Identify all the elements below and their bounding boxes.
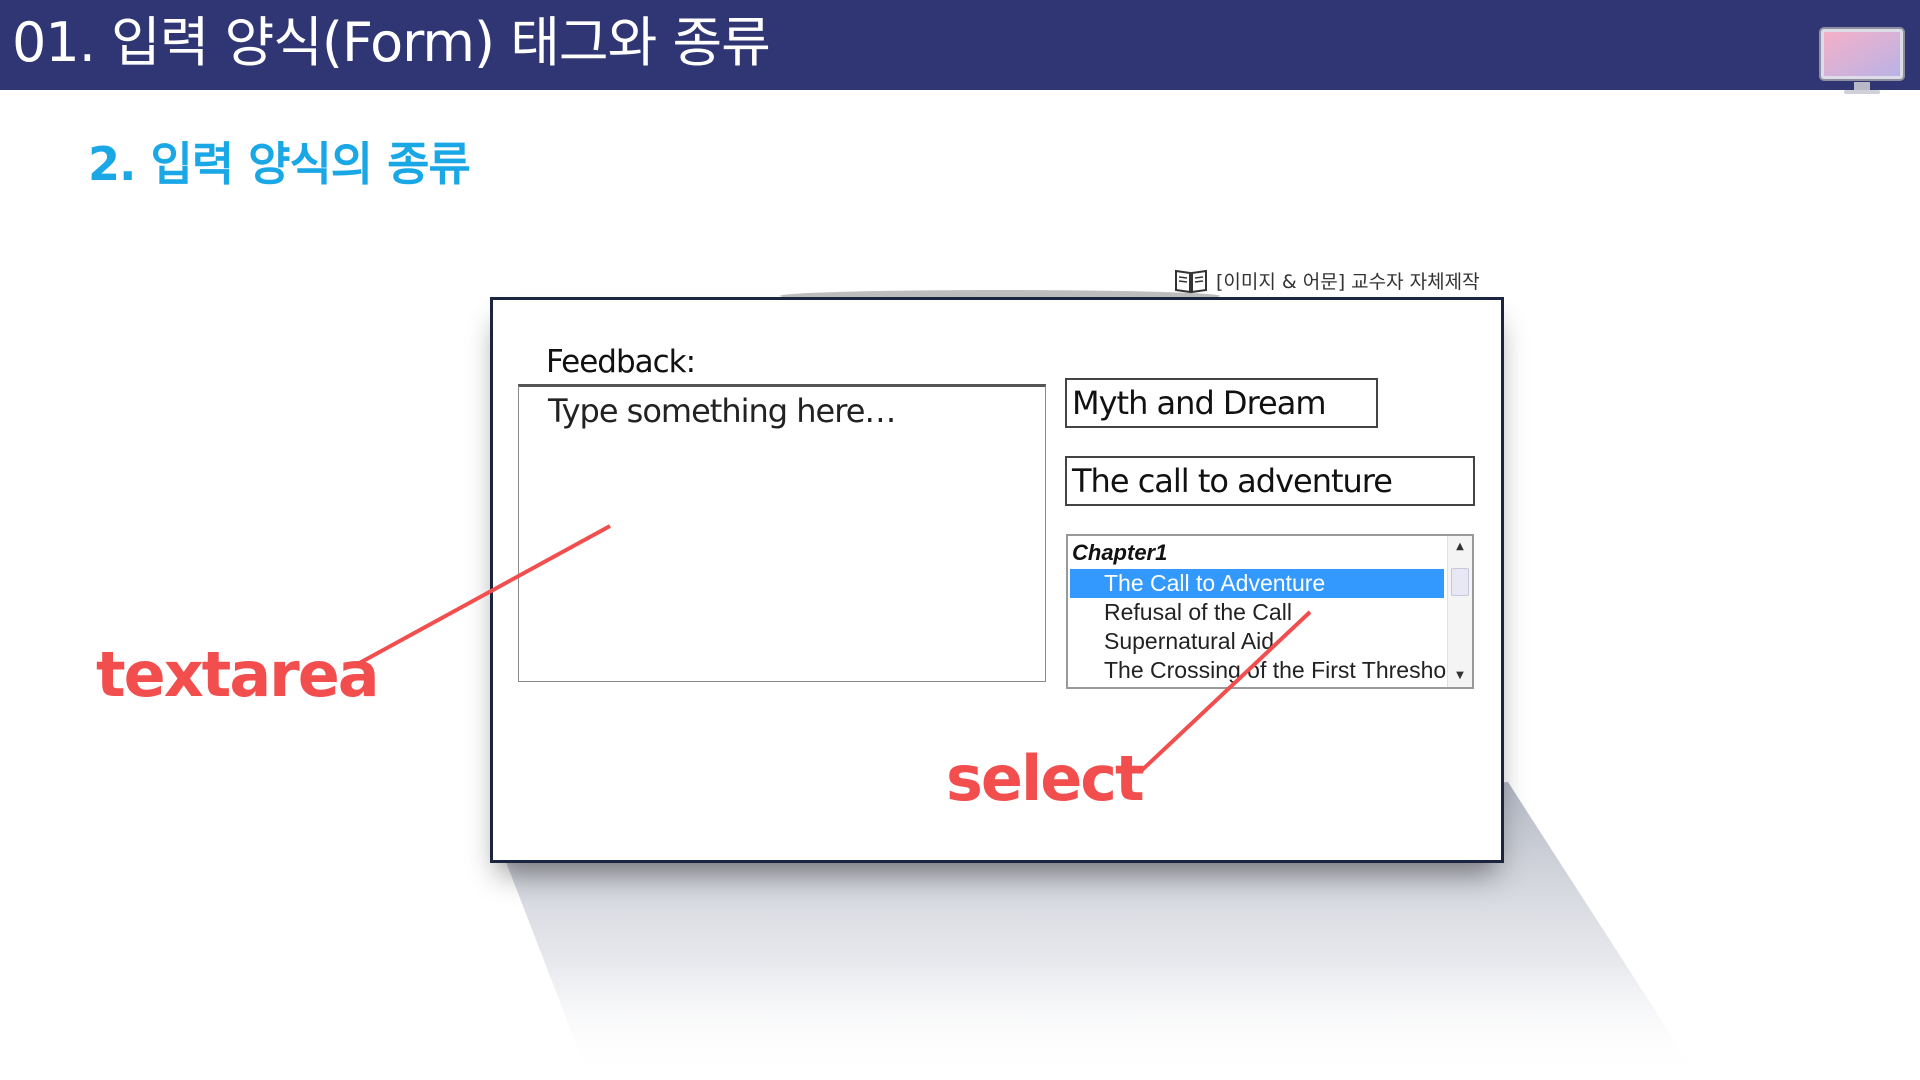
text-input-2-value: The call to adventure [1072, 462, 1393, 500]
section-title: 2. 입력 양식의 종류 [88, 137, 471, 191]
textarea-callout-label: textarea [96, 638, 380, 711]
source-note-text: [이미지 & 어문] 교수자 자체제작 [1216, 271, 1480, 293]
book-icon [1175, 269, 1207, 293]
select-option[interactable]: Refusal of the Call [1070, 598, 1444, 627]
select-optgroup-label: Chapter1 [1072, 540, 1168, 565]
scroll-thumb[interactable] [1451, 568, 1469, 596]
header-bar: 01. 입력 양식(Form) 태그와 종류 [0, 0, 1920, 90]
select-option[interactable]: The Crossing of the First Threshold [1070, 656, 1464, 685]
textarea-placeholder: Type something here… [548, 392, 896, 430]
scroll-down-icon[interactable]: ▼ [1448, 665, 1472, 687]
feedback-label: Feedback: [546, 344, 696, 380]
source-note: [이미지 & 어문] 교수자 자체제작 [1174, 267, 1480, 294]
select-option[interactable]: Supernatural Aid [1070, 627, 1444, 656]
scroll-up-icon[interactable]: ▲ [1448, 536, 1472, 558]
slide: 01. 입력 양식(Form) 태그와 종류 2. 입력 양식의 종류 [이미지… [0, 0, 1920, 1080]
monitor-icon [1819, 27, 1905, 94]
text-input-1-value: Myth and Dream [1072, 384, 1326, 422]
text-input-1[interactable]: Myth and Dream [1065, 378, 1378, 428]
select-option[interactable]: The Call to Adventure [1070, 569, 1444, 598]
select-scrollbar[interactable]: ▲ ▼ [1447, 536, 1472, 687]
chapter-select[interactable]: Chapter1 The Call to Adventure Refusal o… [1066, 534, 1474, 689]
text-input-2[interactable]: The call to adventure [1065, 456, 1475, 506]
select-callout-label: select [946, 742, 1145, 815]
page-title: 01. 입력 양식(Form) 태그와 종류 [12, 11, 771, 74]
